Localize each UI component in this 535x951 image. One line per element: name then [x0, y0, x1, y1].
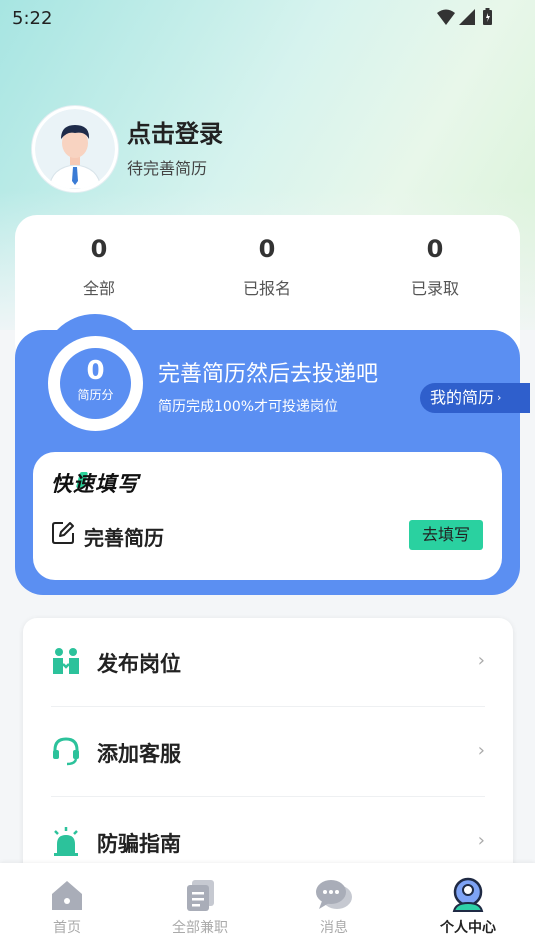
menu-item-label: 添加客服 [97, 742, 181, 766]
menu-item-label: 发布岗位 [97, 652, 181, 676]
quick-fill-title: 快速填写 [51, 472, 139, 496]
my-resume-label: 我的简历 [430, 388, 495, 407]
stat-applied[interactable]: 0 已报名 [207, 235, 327, 299]
chevron-right-icon: › [477, 830, 485, 851]
resume-score-label: 简历分 [77, 388, 114, 402]
chevron-right-icon: › [477, 740, 485, 761]
resume-score-value: 0 [86, 356, 105, 386]
menu-item-label: 防骗指南 [97, 832, 181, 856]
stat-value: 0 [258, 235, 276, 263]
login-title[interactable]: 点击登录 [127, 114, 223, 149]
my-resume-button[interactable]: 我的简历 › [420, 383, 530, 413]
divider [51, 706, 485, 707]
stat-value: 0 [426, 235, 444, 263]
people-icon [53, 648, 79, 674]
stat-all[interactable]: 0 全部 [39, 235, 159, 299]
stat-hired[interactable]: 0 已录取 [375, 235, 495, 299]
tab-label: 个人中心 [440, 920, 496, 936]
stat-label: 已录取 [410, 279, 459, 298]
menu-card: 发布岗位 › 添加客服 › 防骗指南 › [23, 618, 513, 878]
home-icon [52, 881, 82, 910]
status-icons [437, 8, 492, 25]
status-time: 5:22 [12, 8, 53, 29]
wifi-icon [437, 9, 455, 25]
tab-profile[interactable]: 个人中心 [418, 877, 518, 937]
resume-score-ring: 0 简历分 [48, 336, 143, 431]
avatar[interactable] [32, 106, 118, 192]
tab-home[interactable]: 首页 [17, 877, 117, 937]
resume-status: 待完善简历 [127, 159, 208, 178]
bottom-nav: 首页 全部兼职 消息 个人中心 [0, 863, 535, 951]
resume-card-subtitle: 简历完成100%才可投递岗位 [158, 399, 339, 415]
divider [51, 796, 485, 797]
profile-icon [452, 877, 484, 912]
status-bar: 5:22 [0, 0, 535, 36]
signal-icon [459, 9, 475, 25]
stat-value: 0 [90, 235, 108, 263]
menu-item-customer-service[interactable]: 添加客服 › [51, 708, 485, 798]
tab-messages[interactable]: 消息 [284, 877, 384, 937]
edit-icon [52, 522, 74, 544]
avatar-image [35, 109, 115, 189]
complete-resume-label[interactable]: 完善简历 [84, 522, 164, 551]
document-icon [187, 880, 214, 911]
chat-icon [316, 880, 352, 909]
resume-card-title: 完善简历然后去投递吧 [158, 362, 379, 387]
headset-icon [53, 737, 79, 766]
go-fill-button[interactable]: 去填写 [409, 520, 483, 550]
chevron-right-icon: › [477, 650, 485, 671]
menu-item-post-job[interactable]: 发布岗位 › [51, 618, 485, 708]
resume-score: 0 简历分 [60, 348, 131, 419]
stat-label: 已报名 [242, 279, 291, 298]
tab-label: 全部兼职 [172, 920, 228, 936]
quick-fill-card: 快速填写 完善简历 去填写 [33, 452, 502, 580]
stat-label: 全部 [82, 279, 115, 298]
chevron-right-icon: › [497, 391, 502, 404]
tab-label: 首页 [53, 920, 81, 936]
tab-label: 消息 [320, 920, 348, 936]
tab-all-jobs[interactable]: 全部兼职 [150, 877, 250, 937]
alarm-icon [54, 827, 78, 856]
